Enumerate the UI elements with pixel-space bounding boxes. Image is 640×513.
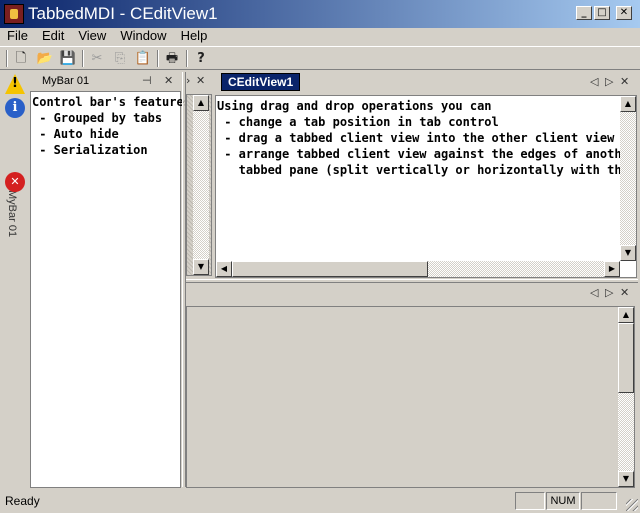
editor-tab-bar: CEditView1 ◁ ▷ ✕ [214,72,637,92]
resize-grip[interactable] [626,499,638,511]
bottom-vscroll-thumb[interactable] [618,323,634,393]
mybar-line: Control bar's features: [32,95,199,109]
mybar-header: MyBar 01 ⊣ ✕ [30,72,182,90]
maximize-button[interactable]: □ [594,6,610,20]
tab-close-icon[interactable]: ✕ [620,75,629,88]
mybar-content: Control bar's features: - Grouped by tab… [30,91,199,488]
editor-line: - change a tab position in tab control [217,115,499,129]
bottom-scroll-down-button[interactable]: ▼ [618,471,634,487]
bottom-prev-icon[interactable]: ◁ [590,286,598,299]
editor-vscroll[interactable] [620,96,636,261]
bottom-next-icon[interactable]: ▷ [605,286,613,299]
menu-file[interactable]: File [0,28,35,43]
mybar-line: - Grouped by tabs [32,111,163,125]
editor-scroll-left-button[interactable]: ◀ [216,261,232,277]
editor-line: tabbed pane (split vertically or horizon… [238,163,629,177]
mybar-close-icon[interactable]: ✕ [164,74,173,87]
editor-line: - drag a tabbed client view into the oth… [217,131,637,145]
tab-ceditview1[interactable]: CEditView1 [221,73,301,91]
window-title: TabbedMDI - CEditView1 [28,4,218,23]
editor-line: - arrange tabbed client view against the… [217,147,637,161]
left-scroll-up-button[interactable]: ▲ [193,95,209,111]
menu-view[interactable]: View [71,28,113,43]
bottom-pane-view: ▲ ▼ [186,306,635,488]
save-icon[interactable]: 💾 [59,50,77,67]
status-text: Ready [5,494,40,508]
toolbar-separator [157,50,159,67]
pin-icon[interactable]: ⊣ [142,74,152,87]
left-client-pane: › ✕ ▲ ▼ [186,72,212,276]
edit-view[interactable]: Using drag and drop operations you can -… [215,95,637,278]
autohide-tab-mybar[interactable]: MyBar 01 [6,190,18,237]
toolbar-separator [82,50,84,67]
error-icon[interactable]: ✕ [5,172,25,192]
bottom-pane-header: ◁ ▷ ✕ [186,283,638,303]
status-scrl-indicator [581,492,617,510]
menu-bar: File Edit View Window Help [0,26,640,45]
left-pane-vscroll[interactable] [193,95,209,275]
app-icon[interactable] [4,4,24,24]
mybar-line: - Serialization [32,143,148,157]
editor-scroll-up-button[interactable]: ▲ [620,96,636,112]
editor-pane: CEditView1 ◁ ▷ ✕ Using drag and drop ope… [214,72,637,278]
warning-icon[interactable]: ! [5,74,25,94]
info-icon[interactable]: i [5,98,25,118]
autohide-bar: ! i MyBar 01 ✕ [2,72,28,487]
status-num-indicator: NUM [546,492,580,510]
left-scroll-down-button[interactable]: ▼ [193,259,209,275]
left-pane-view: ▲ ▼ [186,94,212,276]
tab-next-icon[interactable]: ▷ [605,75,613,88]
menu-window[interactable]: Window [113,28,173,43]
mybar-tab[interactable]: MyBar 01 [36,75,95,87]
toolbar-grip[interactable] [6,50,8,67]
open-folder-icon[interactable]: 📂 [36,50,54,67]
menu-edit[interactable]: Edit [35,28,71,43]
tab-prev-icon[interactable]: ◁ [590,75,598,88]
paste-icon[interactable]: 📋 [134,50,152,67]
close-window-button[interactable]: ✕ [616,6,632,20]
bottom-scroll-up-button[interactable]: ▲ [618,307,634,323]
status-bar: Ready NUM [0,490,640,513]
editor-hscroll-thumb[interactable] [232,261,428,277]
left-pane-header: › ✕ [186,72,212,92]
print-icon[interactable]: 🖶 [163,50,181,67]
bottom-pane: ◁ ▷ ✕ ▲ ▼ [186,283,638,488]
title-bar[interactable]: TabbedMDI - CEditView1 _ □ ✕ [0,0,640,28]
left-pane-nav-icon[interactable]: › [186,74,190,87]
new-document-icon[interactable]: 🗋 [12,50,30,67]
left-pane-close-icon[interactable]: ✕ [196,74,205,87]
toolbar-separator [186,50,188,67]
cut-icon[interactable]: ✂ [88,50,106,67]
editor-scroll-right-button[interactable]: ▶ [604,261,620,277]
toolbar: 🗋 📂 💾 ✂ ⎘ 📋 🖶 ? [0,46,640,70]
status-caps-indicator [515,492,545,510]
editor-line: Using drag and drop operations you can [217,99,492,113]
mybar-line: - Auto hide [32,127,119,141]
bottom-close-icon[interactable]: ✕ [620,286,629,299]
minimize-button[interactable]: _ [576,6,592,20]
menu-help[interactable]: Help [174,28,215,43]
copy-icon[interactable]: ⎘ [111,50,129,67]
help-icon[interactable]: ? [192,50,210,67]
editor-scroll-down-button[interactable]: ▼ [620,245,636,261]
